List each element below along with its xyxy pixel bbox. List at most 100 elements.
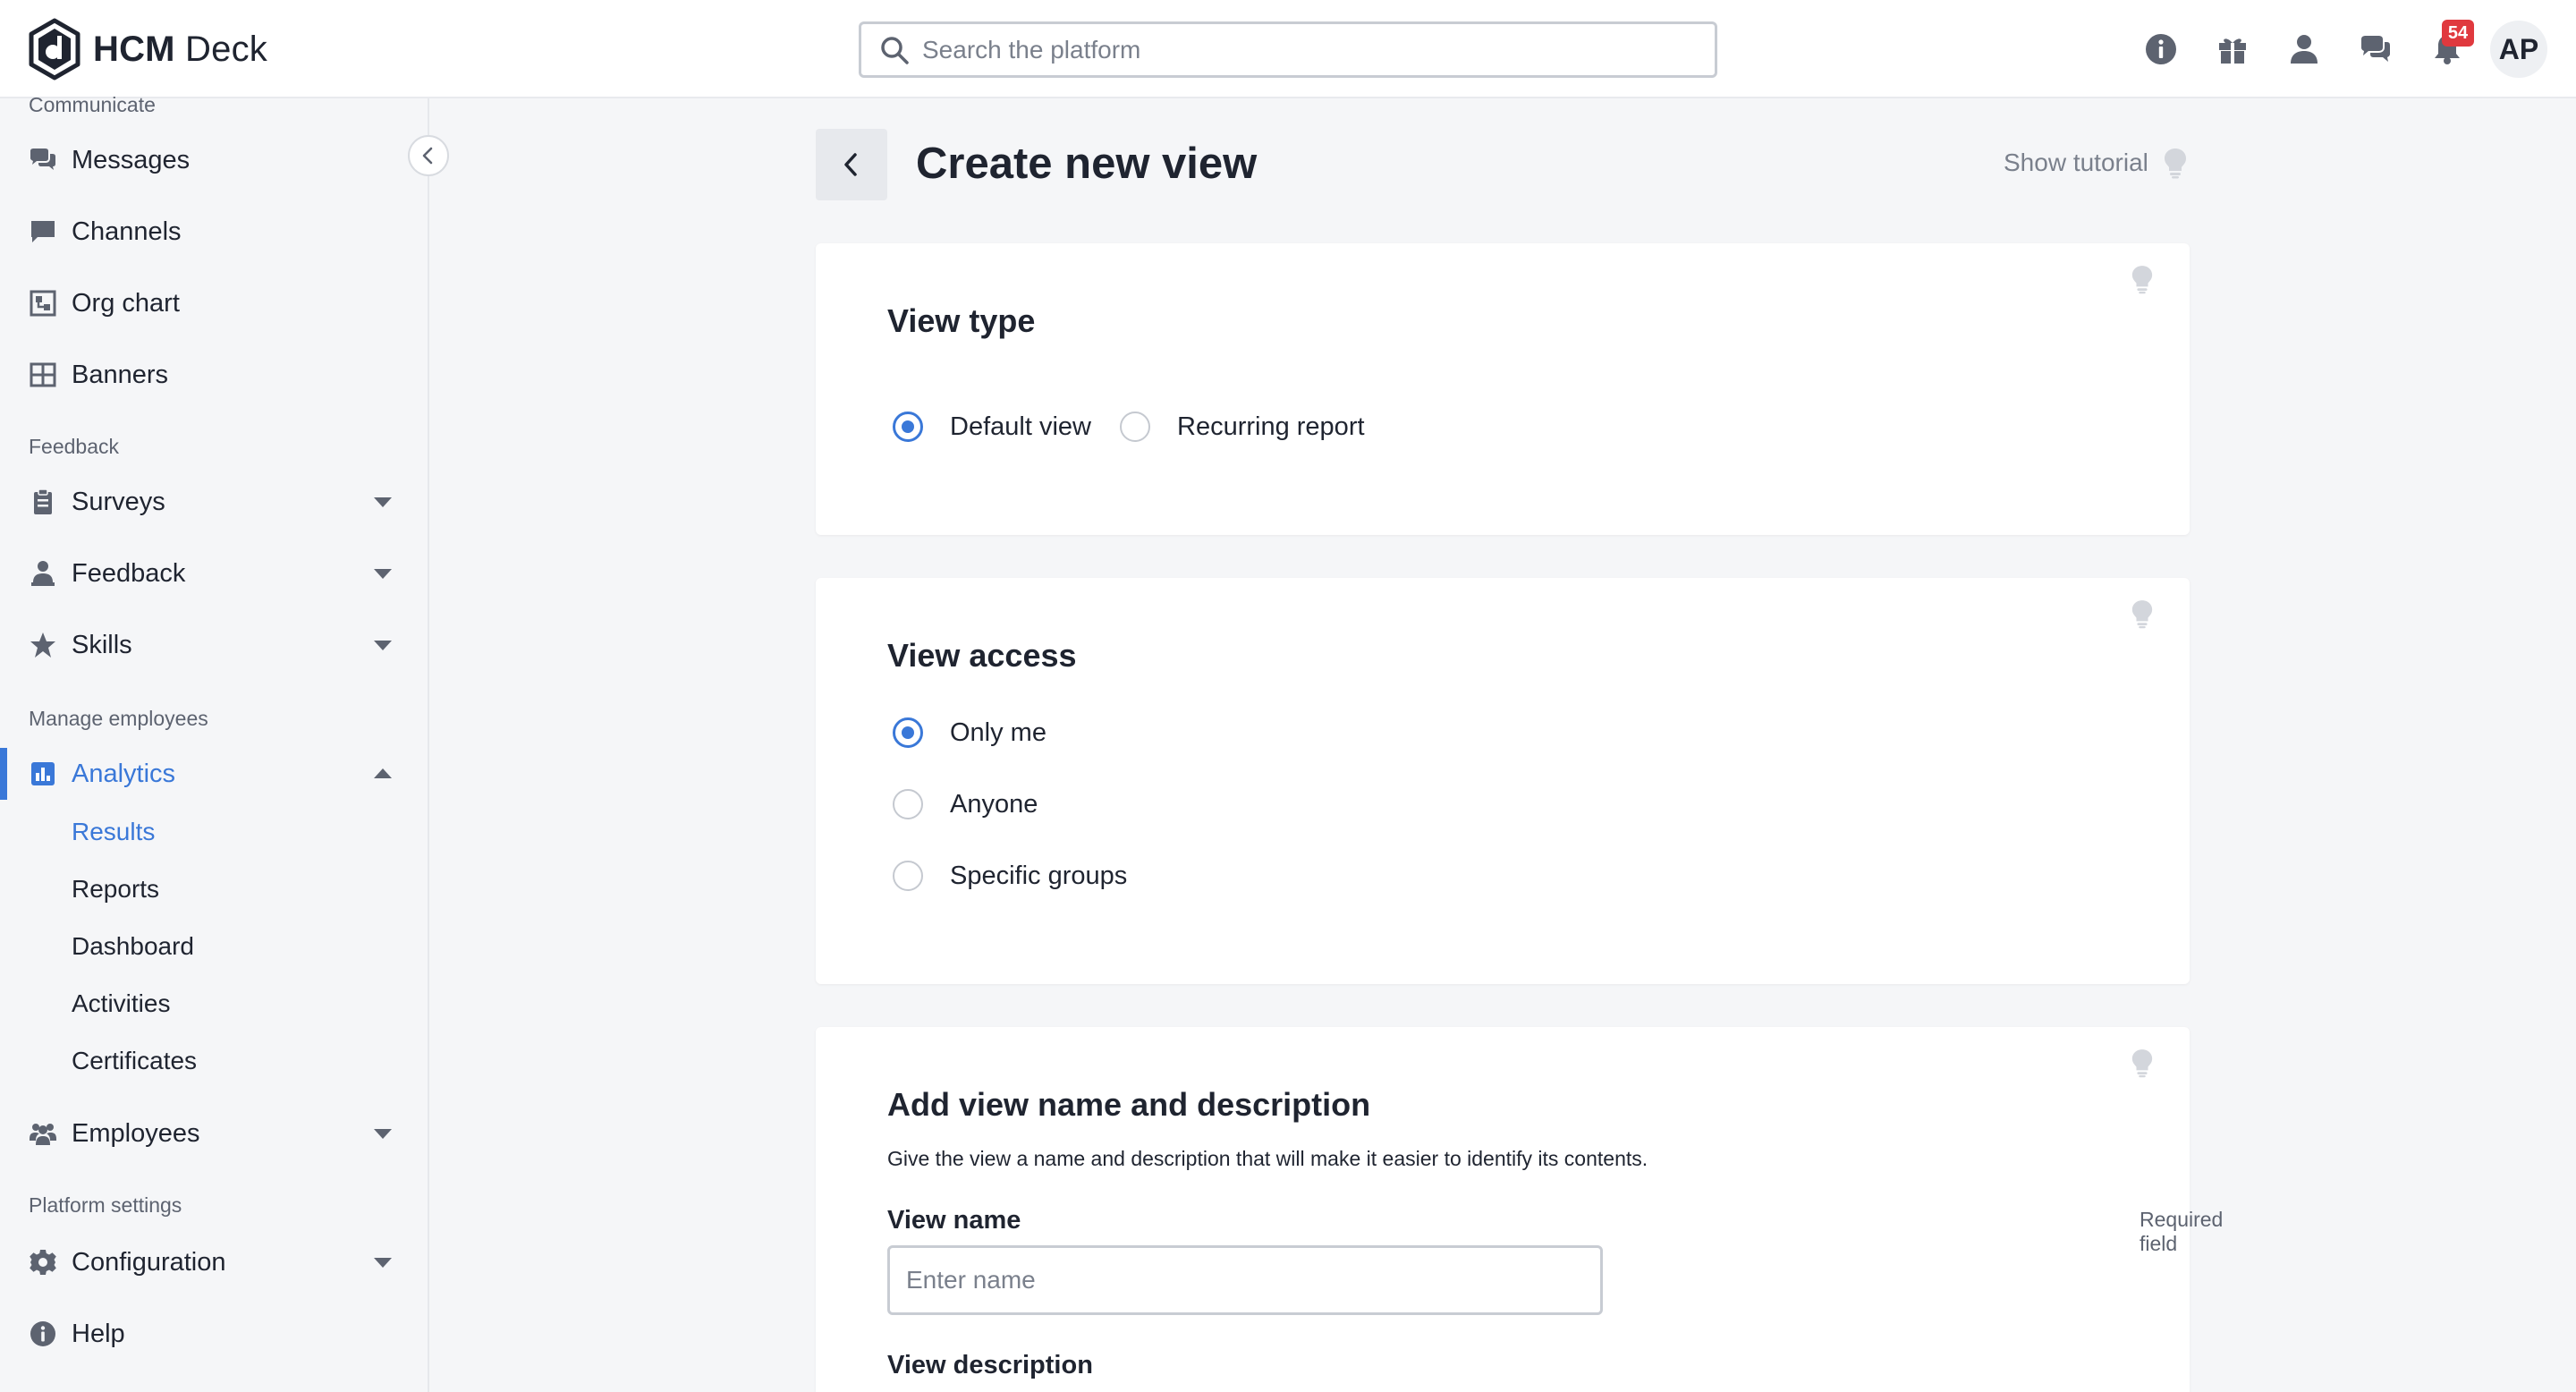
feedback-person-icon [27,557,59,590]
avatar[interactable]: AP [2490,21,2547,78]
gear-icon [27,1246,59,1278]
chevron-down-icon [372,634,394,656]
chevron-down-icon [372,491,394,513]
radio-anyone[interactable]: Anyone [893,789,1038,819]
chat-button[interactable] [2358,31,2394,67]
lightbulb-icon[interactable] [2131,598,2154,630]
gift-button[interactable] [2215,31,2250,67]
radio-default-view[interactable]: Default view [893,412,1091,442]
view-type-card: View type Default view Recurring report [816,243,2190,535]
person-icon [2291,35,2318,64]
search-box[interactable] [859,21,1717,78]
chevron-down-icon [372,1123,394,1144]
sidebar-item-surveys[interactable]: Surveys [0,471,428,533]
chevron-left-icon [422,147,433,165]
show-tutorial-label: Show tutorial [2004,149,2148,176]
chevron-left-icon [844,153,857,176]
sidebar-subitem-reports[interactable]: Reports [72,875,159,904]
radio-label: Specific groups [950,861,1128,890]
logo[interactable]: HCM Deck [27,18,267,81]
sidebar-item-employees[interactable]: Employees [0,1102,428,1165]
view-type-title: View type [887,302,1036,339]
sidebar-item-banners[interactable]: Banners [0,344,428,406]
sidebar-item-label: Help [72,1319,125,1348]
lightbulb-icon[interactable] [2131,1047,2154,1079]
radio-button[interactable] [893,861,923,891]
sidebar-item-label: Skills [72,630,132,659]
section-label-communicate: Communicate [29,93,156,116]
radio-button-checked[interactable] [893,717,923,748]
logo-text: HCM Deck [93,29,267,69]
search-icon [881,36,909,64]
radio-button[interactable] [1120,412,1150,442]
help-info-icon [27,1318,59,1350]
employees-icon [27,1117,59,1150]
sidebar-subitem-results[interactable]: Results [72,818,155,846]
search-input[interactable] [922,35,1691,64]
gift-icon [2219,38,2246,64]
name-description-help-text: Give the view a name and description tha… [887,1147,1648,1170]
star-icon [27,629,59,661]
sidebar-item-label: Channels [72,216,182,246]
radio-label: Default view [950,412,1091,441]
sidebar-item-label: Banners [72,360,169,389]
banners-icon [27,359,59,391]
name-description-card: Add view name and description Give the v… [816,1027,2223,1392]
view-access-title: View access [887,637,1077,674]
radio-only-me[interactable]: Only me [893,717,1046,748]
radio-label: Anyone [950,789,1038,819]
sidebar-item-label: Employees [72,1118,200,1148]
required-field-label: Required field [2140,1208,2224,1255]
sidebar-item-analytics[interactable]: Analytics [0,743,428,805]
profile-button[interactable] [2286,31,2322,67]
sidebar-item-skills[interactable]: Skills [0,614,428,676]
radio-label: Recurring report [1177,412,1365,441]
radio-label: Only me [950,717,1046,747]
sidebar: Communicate Messages Channels Org chart … [0,93,429,1392]
analytics-icon [27,758,59,790]
back-button[interactable] [816,129,887,200]
sidebar-item-feedback[interactable]: Feedback [0,542,428,605]
view-access-card: View access Only me Anyone Specific grou… [816,578,2190,984]
radio-recurring-report[interactable]: Recurring report [1120,412,1365,442]
sidebar-item-help[interactable]: Help [0,1303,428,1365]
chevron-down-icon [372,1252,394,1273]
page-title: Create new view [916,140,1258,188]
view-description-label: View description [887,1351,1093,1379]
channels-icon [27,216,59,248]
radio-button[interactable] [893,789,923,819]
lightbulb-icon [2164,149,2186,179]
sidebar-item-label: Org chart [72,288,180,318]
lightbulb-icon[interactable] [2131,263,2154,295]
section-label-platform-settings: Platform settings [29,1193,182,1217]
sidebar-subitem-dashboard[interactable]: Dashboard [72,932,194,961]
info-button[interactable] [2143,31,2179,67]
hcm-logo-icon [29,18,80,81]
sidebar-item-label: Messages [72,145,191,174]
messages-icon [27,144,59,176]
sidebar-item-messages[interactable]: Messages [0,129,428,191]
info-icon [2146,34,2176,64]
sidebar-item-label: Configuration [72,1247,226,1277]
view-name-label: View name [887,1206,1021,1235]
sidebar-item-channels[interactable]: Channels [0,200,428,263]
sidebar-collapse-button[interactable] [408,135,449,176]
chevron-up-icon [372,763,394,785]
notification-badge: 54 [2442,20,2474,47]
top-bar: HCM Deck Search the platform 54 AP [0,0,2576,98]
sidebar-subitem-activities[interactable]: Activities [72,989,170,1018]
section-label-feedback: Feedback [29,435,120,458]
show-tutorial-button[interactable]: Show tutorial [2004,147,2188,179]
sidebar-subitem-certificates[interactable]: Certificates [72,1047,197,1075]
radio-specific-groups[interactable]: Specific groups [893,861,1127,891]
chevron-down-icon [372,563,394,584]
sidebar-item-label: Surveys [72,487,165,516]
chat-icon [2361,36,2390,62]
sidebar-item-configuration[interactable]: Configuration [0,1231,428,1294]
clipboard-icon [27,486,59,518]
section-label-manage-employees: Manage employees [29,707,208,730]
radio-button-checked[interactable] [893,412,923,442]
sidebar-item-org-chart[interactable]: Org chart [0,272,428,335]
view-name-input[interactable] [887,1245,1603,1315]
name-description-title: Add view name and description [887,1086,1371,1123]
